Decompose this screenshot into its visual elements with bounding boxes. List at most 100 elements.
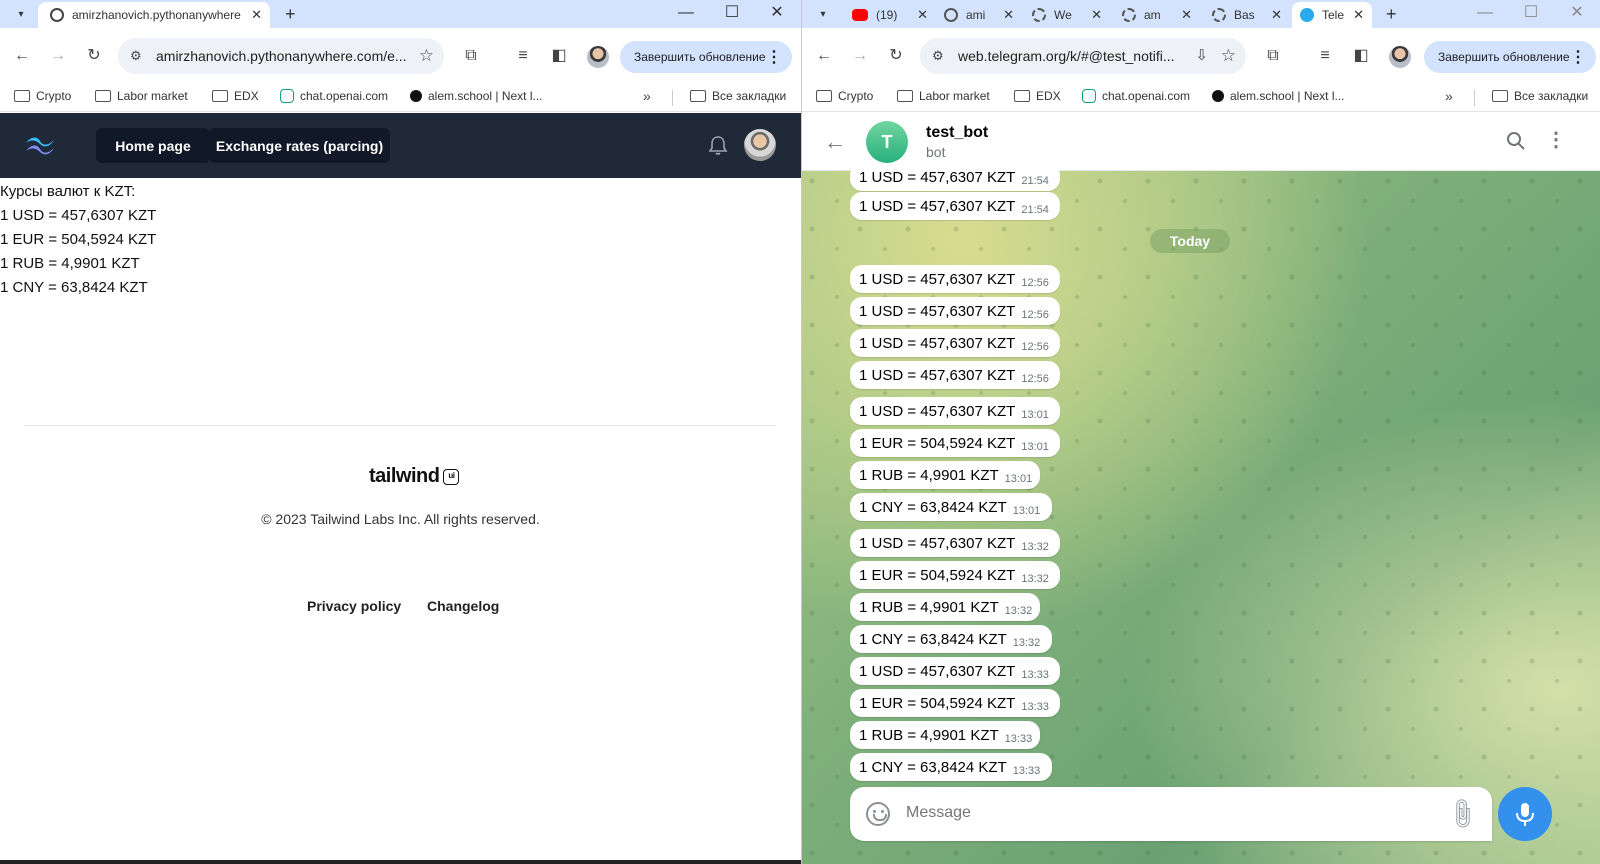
close-tab-icon[interactable]: ✕ (251, 7, 262, 23)
user-avatar[interactable] (744, 129, 776, 161)
bell-icon[interactable] (707, 134, 729, 156)
media-controls-icon[interactable]: ≡ (512, 45, 534, 67)
back-icon[interactable]: ← (813, 45, 835, 67)
tab-youtube[interactable]: (19) ✕ (848, 2, 934, 28)
tab-we[interactable]: We ✕ (1028, 2, 1108, 28)
tab-bas[interactable]: Bas ✕ (1208, 2, 1288, 28)
changelog-link[interactable]: Changelog (427, 598, 499, 614)
site-info-icon[interactable]: ⚙ (932, 48, 948, 64)
minimize-button[interactable]: — (1471, 2, 1499, 24)
message-bubble[interactable]: 1 USD = 457,6307 KZT 13:33 (850, 657, 1060, 685)
all-bookmarks[interactable]: Все закладки (690, 89, 786, 103)
attach-icon[interactable]: 📎︎ (1443, 795, 1481, 833)
chat-title[interactable]: test_bot (926, 124, 988, 142)
message-bubble[interactable]: 1 EUR = 504,5924 KZT 13:32 (850, 561, 1060, 589)
close-tab-icon[interactable]: ✕ (1091, 7, 1102, 23)
extensions-icon[interactable]: ⧉ (460, 45, 482, 67)
install-app-icon[interactable]: ⇩ (1195, 46, 1208, 64)
message-bubble[interactable]: 1 USD = 457,6307 KZT 21:54 (850, 163, 1060, 191)
message-bubble[interactable]: 1 USD = 457,6307 KZT 12:56 (850, 265, 1060, 293)
message-bubble[interactable]: 1 RUB = 4,9901 KZT 13:32 (850, 593, 1040, 621)
tab-search-button[interactable]: ▾ (812, 4, 834, 24)
close-window-button[interactable]: ✕ (1563, 2, 1591, 24)
message-bubble[interactable]: 1 EUR = 504,5924 KZT 13:01 (850, 429, 1060, 457)
side-panel-icon[interactable]: ◧ (1350, 45, 1372, 67)
update-chrome-button[interactable]: Завершить обновление ⋮ (1424, 41, 1596, 73)
message-bubble[interactable]: 1 USD = 457,6307 KZT 12:56 (850, 329, 1060, 357)
back-arrow-icon[interactable]: ← (824, 129, 846, 155)
voice-record-button[interactable] (1498, 787, 1552, 841)
maximize-button[interactable]: ☐ (718, 2, 746, 24)
profile-avatar[interactable] (1389, 46, 1411, 68)
side-panel-icon[interactable]: ◧ (548, 45, 570, 67)
message-bubble[interactable]: 1 USD = 457,6307 KZT 12:56 (850, 297, 1060, 325)
reload-icon[interactable]: ↻ (885, 45, 907, 67)
bookmark-crypto[interactable]: Crypto (816, 89, 873, 103)
more-bookmarks-icon[interactable]: » (1445, 88, 1453, 104)
bookmarks-separator (672, 90, 673, 106)
forward-icon[interactable]: → (47, 45, 69, 67)
message-bubble[interactable]: 1 CNY = 63,8424 KZT 13:01 (850, 493, 1052, 521)
update-chrome-button[interactable]: Завершить обновление ⋮ (620, 41, 792, 73)
bookmark-chatgpt[interactable]: chat.openai.com (1082, 89, 1190, 103)
back-icon[interactable]: ← (11, 45, 33, 67)
tab-pythonanywhere[interactable]: amirzhanovich.pythonanywhere ✕ (38, 2, 270, 28)
address-bar[interactable]: ⚙ amirzhanovich.pythonanywhere.com/e... … (118, 38, 444, 74)
close-tab-icon[interactable]: ✕ (917, 7, 928, 23)
emoji-icon[interactable] (866, 802, 890, 826)
bookmark-star-icon[interactable]: ☆ (419, 46, 434, 66)
privacy-policy-link[interactable]: Privacy policy (307, 598, 401, 614)
reload-icon[interactable]: ↻ (83, 45, 105, 67)
message-input[interactable] (906, 804, 1426, 822)
nav-exchange-rates-button[interactable]: Exchange rates (parcing) (209, 128, 390, 163)
bookmark-star-icon[interactable]: ☆ (1221, 46, 1236, 66)
message-bubble[interactable]: 1 USD = 457,6307 KZT 12:56 (850, 361, 1060, 389)
new-tab-button[interactable]: + (285, 4, 296, 24)
message-bubble[interactable]: 1 USD = 457,6307 KZT 13:32 (850, 529, 1060, 557)
close-tab-icon[interactable]: ✕ (1271, 7, 1282, 23)
address-bar[interactable]: ⚙ web.telegram.org/k/#@test_notifi... ⇩ … (920, 38, 1246, 74)
message-time: 13:33 (1021, 701, 1049, 713)
bookmark-labor-market[interactable]: Labor market (897, 89, 990, 103)
profile-avatar[interactable] (587, 46, 609, 68)
maximize-button[interactable]: ☐ (1517, 2, 1545, 24)
tab-ami[interactable]: ami ✕ (940, 2, 1020, 28)
bookmark-edx[interactable]: EDX (1014, 89, 1061, 103)
search-icon[interactable] (1506, 131, 1526, 151)
minimize-button[interactable]: — (672, 2, 700, 24)
close-tab-icon[interactable]: ✕ (1003, 7, 1014, 23)
message-bubble[interactable]: 1 CNY = 63,8424 KZT 13:33 (850, 753, 1052, 781)
media-controls-icon[interactable]: ≡ (1314, 45, 1336, 67)
bot-avatar[interactable]: T (866, 121, 908, 163)
tab-am[interactable]: am ✕ (1118, 2, 1198, 28)
message-bubble[interactable]: 1 USD = 457,6307 KZT 13:01 (850, 397, 1060, 425)
all-bookmarks[interactable]: Все закладки (1492, 89, 1588, 103)
message-bubble[interactable]: 1 USD = 457,6307 KZT 21:54 (850, 192, 1060, 220)
bookmark-chatgpt[interactable]: chat.openai.com (280, 89, 388, 103)
new-tab-button[interactable]: + (1386, 4, 1397, 24)
kebab-menu-icon[interactable]: ⋮ (766, 47, 782, 67)
tab-search-button[interactable]: ▾ (10, 4, 32, 24)
close-tab-icon[interactable]: ✕ (1181, 7, 1192, 23)
close-window-button[interactable]: ✕ (763, 2, 791, 24)
bookmark-alem[interactable]: alem.school | Next l... (410, 89, 543, 103)
tab-title: am (1144, 8, 1161, 22)
nav-home-button[interactable]: Home page (96, 128, 210, 163)
bookmark-alem[interactable]: alem.school | Next l... (1212, 89, 1345, 103)
bookmark-edx[interactable]: EDX (212, 89, 259, 103)
message-bubble[interactable]: 1 RUB = 4,9901 KZT 13:01 (850, 461, 1040, 489)
forward-icon[interactable]: → (849, 45, 871, 67)
tab-telegram[interactable]: Tele ✕ (1292, 2, 1372, 28)
bookmark-crypto[interactable]: Crypto (14, 89, 71, 103)
chat-menu-icon[interactable]: ⋮ (1546, 130, 1566, 150)
tailwind-logo-icon[interactable] (23, 134, 57, 156)
message-bubble[interactable]: 1 EUR = 504,5924 KZT 13:33 (850, 689, 1060, 717)
bookmark-labor-market[interactable]: Labor market (95, 89, 188, 103)
message-bubble[interactable]: 1 CNY = 63,8424 KZT 13:32 (850, 625, 1052, 653)
kebab-menu-icon[interactable]: ⋮ (1570, 47, 1586, 67)
message-bubble[interactable]: 1 RUB = 4,9901 KZT 13:33 (850, 721, 1040, 749)
extensions-icon[interactable]: ⧉ (1262, 45, 1284, 67)
site-info-icon[interactable]: ⚙ (130, 48, 146, 64)
close-tab-icon[interactable]: ✕ (1353, 7, 1364, 23)
more-bookmarks-icon[interactable]: » (643, 88, 651, 104)
